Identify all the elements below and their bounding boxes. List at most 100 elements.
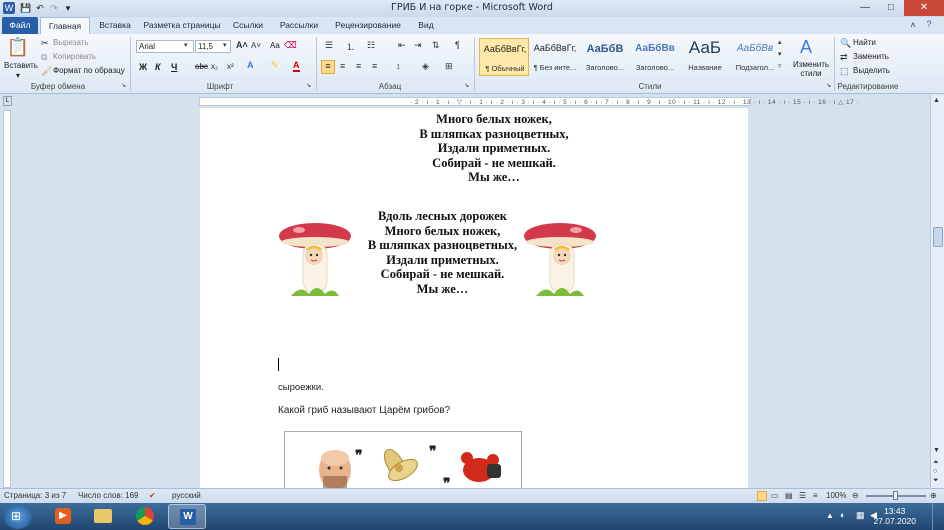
paste-button[interactable]: Вставить [4,61,38,70]
scroll-down-icon[interactable]: ▼ [933,447,940,454]
next-page-icon[interactable]: ⏷ [933,477,939,485]
rebus-image-frame[interactable]: ❞ ❞ ❞ [284,431,522,488]
superscript-button[interactable]: x² [227,62,234,71]
multilevel-list-icon[interactable]: ☷ [367,40,375,51]
font-launcher-icon[interactable]: ↘ [306,82,311,89]
zoom-slider-thumb[interactable] [893,491,898,500]
word-taskbar-button[interactable]: W [168,504,206,529]
paragraph-launcher-icon[interactable]: ↘ [464,82,469,89]
change-styles-icon[interactable]: A [800,37,812,58]
select-browse-object-icon[interactable]: ○ [933,468,937,475]
tab-insert[interactable]: Вставка [94,17,136,34]
text-effects-icon[interactable]: A [247,60,254,70]
tab-mailings[interactable]: Рассылки [276,17,322,34]
grow-font-icon[interactable]: A˄ [236,40,248,50]
highlight-icon[interactable]: ✎ [271,60,279,71]
collapse-ribbon-icon[interactable]: ˄ [908,20,918,30]
styles-scroll-down-icon[interactable]: ▾ [778,50,782,58]
change-styles-button[interactable]: Изменить стили [790,60,832,78]
styles-launcher-icon[interactable]: ↘ [826,82,831,89]
underline-button[interactable]: Ч [171,62,177,72]
zoom-out-icon[interactable]: ⊖ [852,491,859,500]
style-no-spacing[interactable]: АаБбВвГг, ¶ Без инте... [530,38,580,76]
maximize-button[interactable]: □ [878,0,904,16]
tab-references[interactable]: Ссылки [228,17,268,34]
full-screen-reading-icon[interactable]: ▭ [771,491,779,500]
copy-button[interactable]: Копировать [53,52,96,61]
tab-view[interactable]: Вид [412,17,440,34]
line-spacing-icon[interactable]: ↕ [396,61,401,71]
shrink-font-icon[interactable]: A˅ [251,41,261,50]
font-name-dropdown-icon[interactable]: ▾ [184,41,188,49]
explorer-taskbar-button[interactable] [84,504,122,529]
numbering-icon[interactable]: ⒈ [346,40,355,53]
media-player-taskbar-button[interactable]: ▶ [44,504,82,529]
justify-icon[interactable]: ≡ [372,61,377,71]
bold-button[interactable]: Ж [139,62,147,72]
document-page[interactable]: Много белых ножек, В шляпках разноцветны… [200,108,748,488]
style-normal[interactable]: АаБбВвГг, ¶ Обычный [479,38,529,76]
tab-selector-icon[interactable]: L [3,96,12,106]
tab-review[interactable]: Рецензирование [328,17,408,34]
styles-scroll-up-icon[interactable]: ▴ [778,38,782,46]
tray-arrow-icon[interactable]: ▲ [826,511,834,520]
help-icon[interactable]: ? [922,19,936,29]
strikethrough-button[interactable]: abc [195,62,208,71]
start-button[interactable]: ⊞ [4,504,32,529]
increase-indent-icon[interactable]: ⇥ [414,40,422,51]
word-count[interactable]: Число слов: 169 [78,491,138,500]
align-right-icon[interactable]: ≡ [356,61,361,71]
font-size-dropdown-icon[interactable]: ▾ [223,41,227,49]
subscript-button[interactable]: x₂ [211,62,218,71]
draft-icon[interactable]: ≡ [813,491,818,500]
bullets-icon[interactable]: ☰ [325,40,333,51]
style-heading-2[interactable]: АаБбВв Заголово... [630,38,680,76]
select-button[interactable]: Выделить [853,66,890,75]
language-tray-icon[interactable]: ◐ [840,510,845,520]
italic-button[interactable]: К [155,62,161,72]
web-layout-icon[interactable]: ▤ [785,491,793,500]
tab-page-layout[interactable]: Разметка страницы [140,17,224,34]
format-painter-button[interactable]: Формат по образцу [53,66,125,75]
tab-file[interactable]: Файл [2,17,38,34]
find-button[interactable]: Найти [853,38,876,47]
sort-icon[interactable]: ⇅ [432,40,440,51]
change-case-button[interactable]: Aa [270,41,280,50]
tab-home[interactable]: Главная [40,17,90,34]
vertical-scrollbar[interactable]: ▲ ▼ ⏶ ○ ⏷ [930,95,944,488]
style-title[interactable]: АаБ Название [680,38,730,76]
scrollbar-thumb[interactable] [933,227,943,247]
font-color-icon[interactable]: A [293,60,300,72]
zoom-in-icon[interactable]: ⊕ [930,491,937,500]
align-left-icon[interactable]: ≡ [321,60,335,74]
paste-dropdown-icon[interactable]: ▾ [16,71,20,80]
show-desktop-button[interactable] [932,503,944,530]
cut-button[interactable]: Вырезать [53,38,89,47]
outline-icon[interactable]: ☰ [799,491,806,500]
scroll-up-icon[interactable]: ▲ [933,97,940,104]
horizontal-ruler[interactable]: L · 2 · ı · 1 · ı · ▽ · ı · 1 · ı · 2 · … [0,95,944,108]
network-icon[interactable]: ▦ [856,510,865,521]
clipboard-launcher-icon[interactable]: ↘ [121,82,126,89]
zoom-level[interactable]: 100% [826,491,846,500]
print-layout-icon[interactable] [757,491,767,501]
show-marks-icon[interactable]: ¶ [455,40,460,50]
replace-button[interactable]: Заменить [853,52,889,61]
page-count[interactable]: Страница: 3 из 7 [4,491,66,500]
chrome-taskbar-button[interactable] [126,504,164,529]
align-center-icon[interactable]: ≡ [340,61,345,71]
decrease-indent-icon[interactable]: ⇤ [398,40,406,51]
borders-icon[interactable]: ⊞ [445,61,453,72]
previous-page-icon[interactable]: ⏶ [933,459,939,467]
minimize-button[interactable]: — [852,0,878,16]
proofing-icon[interactable]: ✔ [149,491,156,500]
close-button[interactable]: ✕ [904,0,944,16]
clear-formatting-icon[interactable]: ⌫ [284,40,297,51]
shading-icon[interactable]: ◈ [422,61,429,72]
language-indicator[interactable]: русский [172,491,201,500]
style-heading-1[interactable]: АаБбВ Заголово... [580,38,630,76]
vertical-ruler[interactable] [3,110,11,488]
style-subtitle[interactable]: АаБбВв Подзагол... [730,38,780,76]
paste-icon[interactable]: 📋 [6,37,30,59]
styles-more-icon[interactable]: ▿ [778,62,782,70]
